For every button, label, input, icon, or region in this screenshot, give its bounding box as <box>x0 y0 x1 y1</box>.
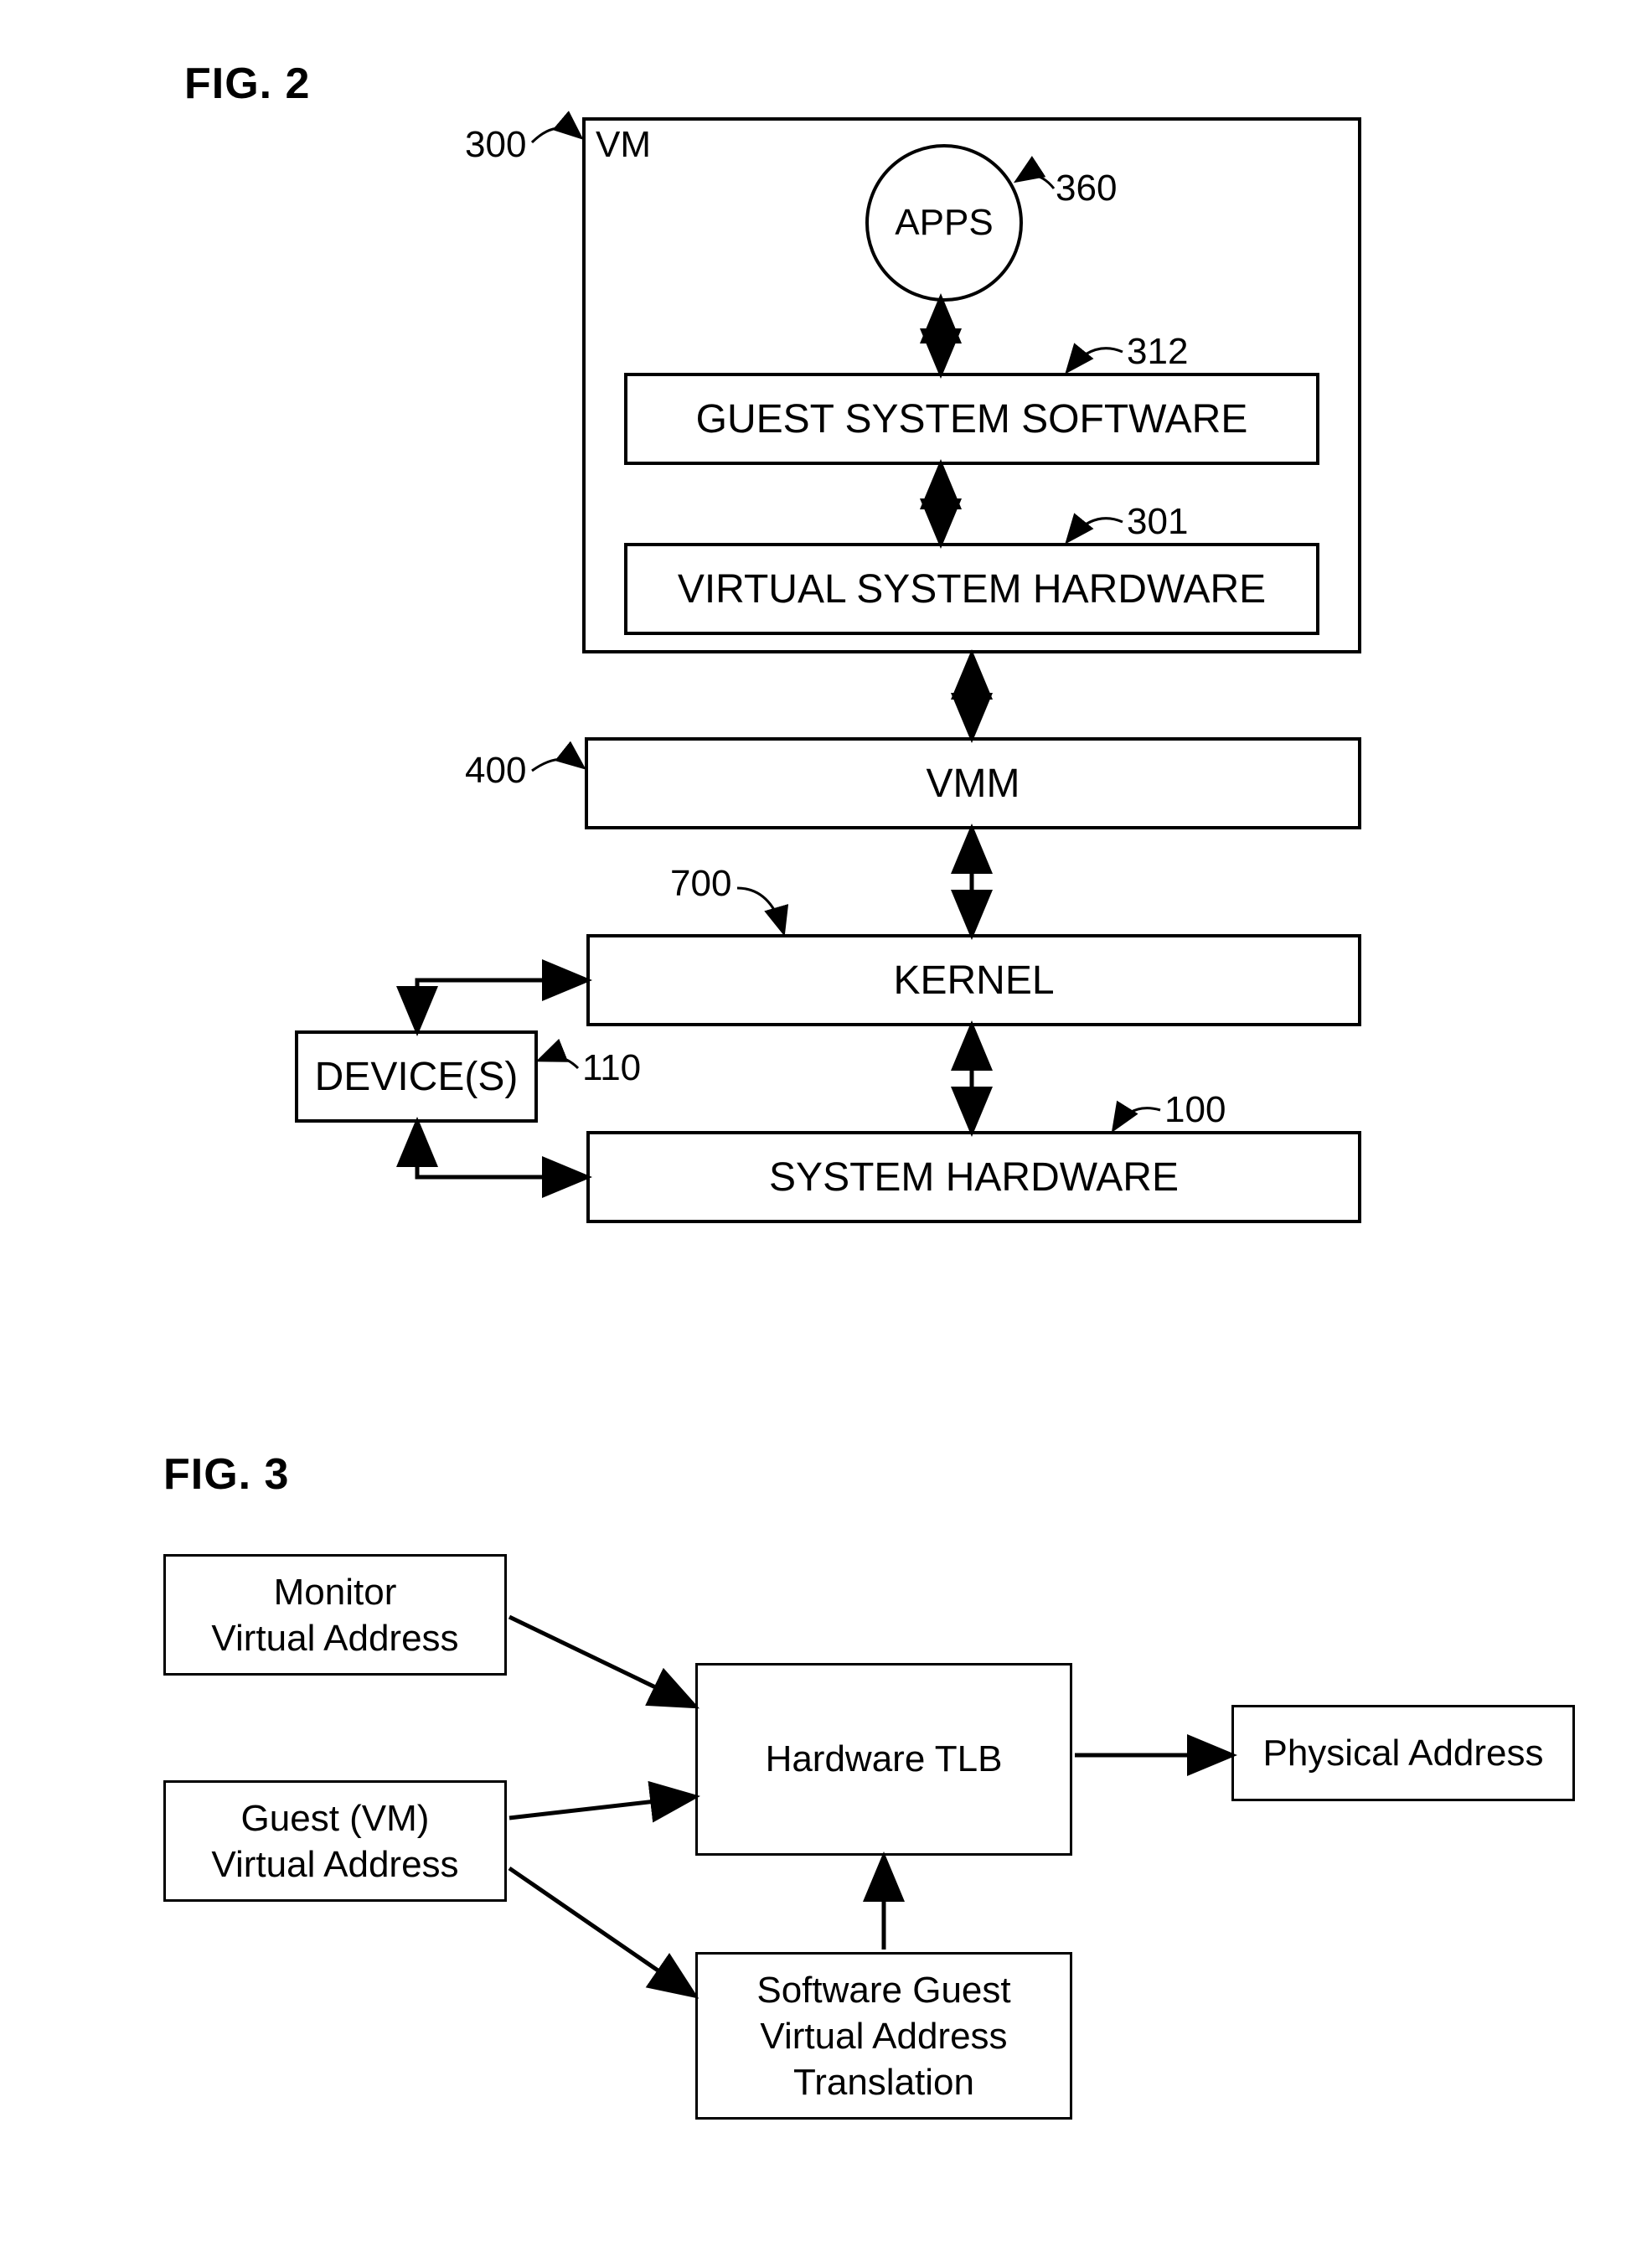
page: FIG. 2 VM APPS 360 GUEST SYSTEM SOFTWARE… <box>0 0 1652 2262</box>
fig3-arrows <box>0 1424 1652 2262</box>
fig2-arrows <box>0 0 1652 1257</box>
